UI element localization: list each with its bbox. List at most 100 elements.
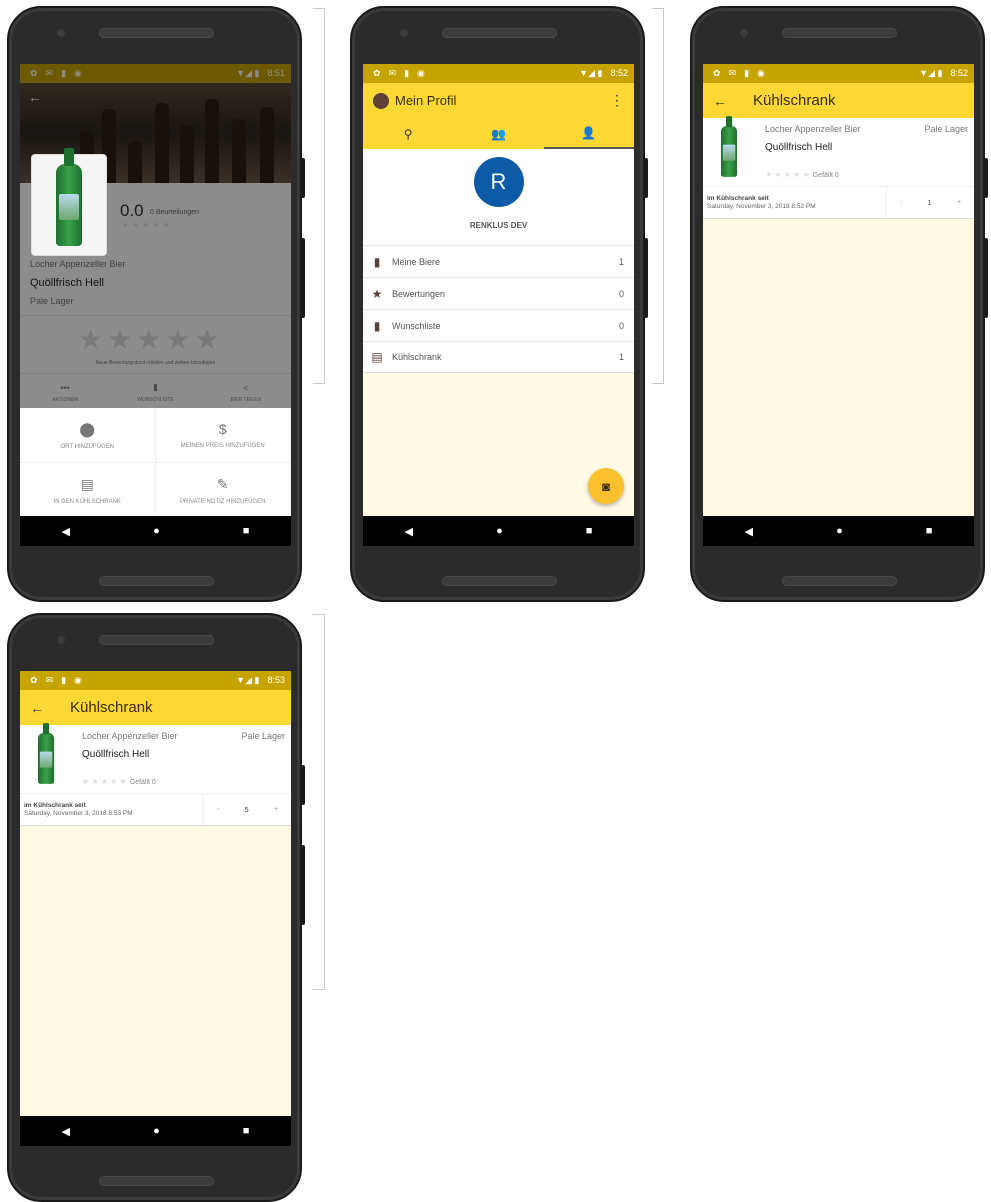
notification-icons: ✿ ✉ ▮ ◉ (713, 68, 765, 78)
nav-home-icon[interactable]: ● (153, 525, 160, 537)
location-pin-icon: ⬤ (79, 420, 96, 437)
speaker (99, 1176, 214, 1186)
notification-icons: ✿ ✉ ▮ ◉ (373, 68, 425, 78)
screen: ✿ ✉ ▮ ◉ ▼◢ ▮ 8:51 ← 0.0 0 Beurteilungen ★ ★ ★ ★… (20, 64, 291, 546)
nav-back-icon[interactable]: ◀ (745, 525, 753, 538)
side-button (301, 845, 305, 925)
android-nav-bar: ◀ ● ■ (703, 516, 974, 546)
add-location-button[interactable]: ⬤ ORT HINZUFÜGEN (20, 408, 156, 463)
decrement-button[interactable]: - (900, 199, 902, 206)
speaker (99, 28, 214, 38)
camera-fab[interactable]: ◙ (588, 468, 624, 504)
quantity-stepper: - 1 + (886, 187, 974, 218)
system-icons: ▼◢ ▮ 8:52 (919, 68, 968, 78)
android-nav-bar: ◀ ● ■ (20, 1116, 291, 1146)
beer-bottle-image (56, 148, 82, 246)
fridge-icon: ▤ (80, 475, 94, 492)
nav-recents-icon[interactable]: ■ (243, 1125, 250, 1137)
fridge-beer-item[interactable]: Locher Appenzeller Bier Pale Lager Quöll… (20, 723, 291, 794)
speaker (442, 28, 557, 38)
decrement-button[interactable]: - (217, 806, 219, 813)
nav-home-icon[interactable]: ● (496, 525, 503, 537)
phone-frame: ✿ ✉ ▮ ◉ ▼◢ ▮ 8:52 Mein Profil ⋮ ⚲ 👥 👤 R RENK… (350, 6, 648, 602)
app-bar: Mein Profil ⋮ (363, 83, 634, 118)
phone-frame: ✿ ✉ ▮ ◉ ▼◢ ▮ 8:51 ← 0.0 0 Beurteilungen ★ ★ ★ ★… (7, 6, 305, 602)
speaker (99, 576, 214, 586)
screen: ✿ ✉ ▮ ◉ ▼◢ ▮ 8:52 ← Kühlschrank Locher Appen… (703, 64, 974, 546)
add-price-label: MEINEN PREIS HINZUFÜGEN (180, 443, 265, 449)
fridge-beer-item[interactable]: Locher Appenzeller Bier Pale Lager Quöll… (703, 116, 974, 187)
nav-recents-icon[interactable]: ■ (586, 525, 593, 537)
profile-header: R RENKLUS DEV (363, 149, 634, 245)
dollar-icon: $ (218, 421, 227, 437)
beer-style: Pale Lager (241, 731, 285, 741)
add-note-label: PRIVATE NOTIZ HINZUFÜGEN (180, 498, 266, 505)
beer-bottle-image (721, 116, 738, 177)
fridge-since-row: im Kühlschrank seit Saturday, November 3… (703, 187, 974, 219)
item-count: 0 (618, 320, 624, 331)
add-price-button[interactable]: $ MEINEN PREIS HINZUFÜGEN (155, 408, 291, 463)
side-button (301, 765, 305, 805)
status-time: 8:52 (950, 68, 968, 78)
item-count: 1 (618, 256, 624, 267)
tab-friends[interactable]: 👥 (453, 118, 543, 149)
profile-item-fridge[interactable]: ▤ Kühlschrank 1 (363, 341, 634, 373)
add-to-fridge-button[interactable]: ▤ IN DEN KÜHLSCHRANK (20, 463, 156, 518)
profile-item-wishlist[interactable]: ▮ Wunschliste 0 (363, 309, 634, 341)
tab-bar: ⚲ 👥 👤 (363, 118, 634, 149)
side-button (301, 238, 305, 318)
tab-profile[interactable]: 👤 (543, 118, 634, 149)
status-bar: ✿ ✉ ▮ ◉ ▼◢ ▮ 8:52 (703, 64, 974, 83)
overflow-menu-icon[interactable]: ⋮ (610, 92, 624, 109)
add-location-label: ORT HINZUFÜGEN (60, 443, 114, 450)
beer-style: Pale Lager (924, 124, 968, 134)
profile-item-ratings[interactable]: ★ Bewertungen 0 (363, 277, 634, 309)
increment-button[interactable]: + (957, 199, 961, 206)
item-label: Wunschliste (392, 320, 441, 331)
action-sheet: ⬤ ORT HINZUFÜGEN $ MEINEN PREIS HINZUFÜGEN… (20, 408, 291, 518)
rating-stars: ★ ★ ★ ★ ★ Gefällt 0 (82, 777, 156, 786)
people-icon: 👥 (491, 126, 506, 141)
avatar[interactable]: R (473, 157, 524, 207)
increment-button[interactable]: + (274, 806, 278, 813)
since-date: Saturday, November 3, 2018 8:52 PM (707, 203, 816, 210)
nav-back-icon[interactable]: ◀ (62, 1125, 70, 1138)
item-label: Bewertungen (392, 288, 446, 299)
nav-back-icon[interactable]: ◀ (62, 525, 70, 538)
nav-home-icon[interactable]: ● (836, 525, 843, 537)
nav-back-icon[interactable]: ◀ (405, 525, 413, 538)
item-count: 1 (618, 352, 624, 362)
since-label: im Kühlschrank seit (707, 195, 769, 202)
nav-home-icon[interactable]: ● (153, 1125, 160, 1137)
beer-bottle-image (38, 723, 55, 784)
add-note-button[interactable]: ✎ PRIVATE NOTIZ HINZUFÜGEN (155, 463, 291, 518)
tab-search[interactable]: ⚲ (363, 118, 453, 149)
side-button (301, 158, 305, 198)
side-button (644, 158, 648, 198)
add-to-fridge-label: IN DEN KÜHLSCHRANK (53, 498, 121, 505)
screen: ✿ ✉ ▮ ◉ ▼◢ ▮ 8:53 ← Kühlschrank Locher Appen… (20, 671, 291, 1146)
likes-count: Gefällt 0 (812, 172, 839, 179)
brewery-name: Locher Appenzeller Bier (82, 731, 178, 741)
screen: ✿ ✉ ▮ ◉ ▼◢ ▮ 8:52 Mein Profil ⋮ ⚲ 👥 👤 R RENK… (363, 64, 634, 546)
status-bar: ✿ ✉ ▮ ◉ ▼◢ ▮ 8:53 (20, 671, 291, 690)
profile-item-my-beers[interactable]: ▮ Meine Biere 1 (363, 245, 634, 277)
beer-image-card (31, 148, 107, 256)
person-icon: 👤 (581, 125, 597, 140)
nav-recents-icon[interactable]: ■ (926, 525, 933, 537)
app-bar: ← Kühlschrank (703, 83, 974, 118)
back-arrow-icon[interactable]: ← (30, 700, 44, 716)
camera (57, 636, 65, 644)
page-title: Mein Profil (395, 93, 457, 108)
nav-recents-icon[interactable]: ■ (243, 525, 250, 537)
side-button (644, 238, 648, 318)
star-icon: ★ (371, 286, 383, 301)
item-label: Kühlschrank (392, 352, 442, 362)
quantity-value: 5 (244, 805, 249, 814)
camera-icon: ◙ (602, 478, 610, 494)
fridge-icon: ▤ (371, 350, 383, 364)
side-button (984, 238, 988, 318)
back-arrow-icon[interactable]: ← (713, 93, 727, 109)
app-bar: ← Kühlschrank (20, 690, 291, 725)
brewery-name: Locher Appenzeller Bier (765, 124, 861, 134)
